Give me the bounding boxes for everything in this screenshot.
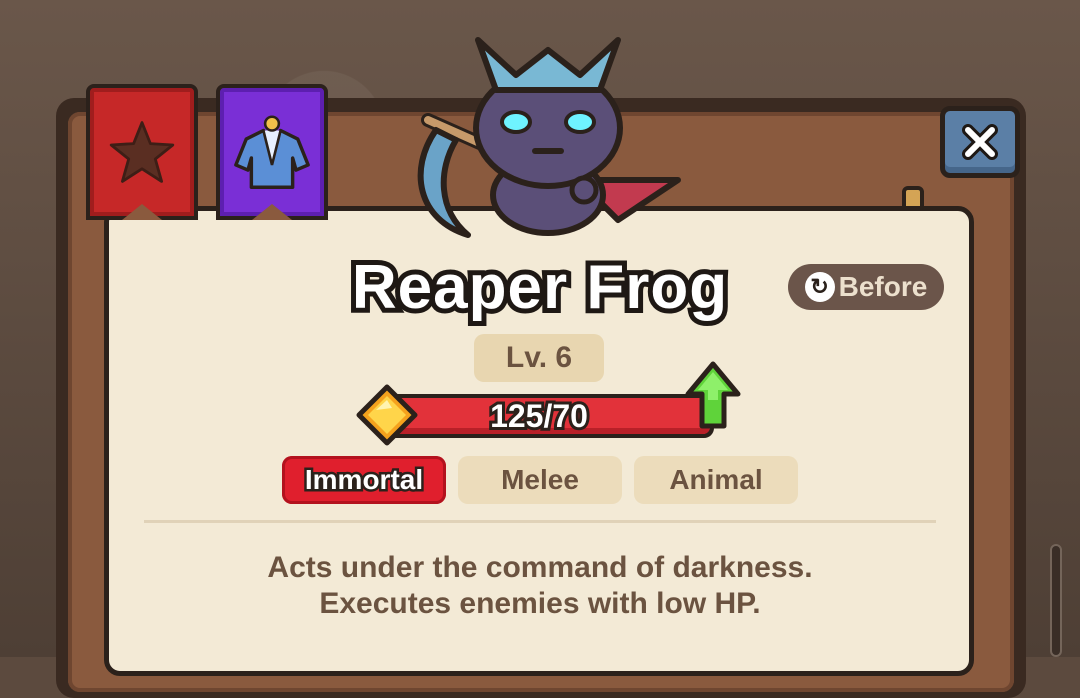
character-name: Reaper Frog: [347, 248, 732, 327]
tag-immortal: Immortal: [282, 456, 446, 504]
costume-banner[interactable]: [216, 84, 328, 220]
level-up-arrow-icon[interactable]: [684, 360, 742, 432]
close-button[interactable]: [940, 106, 1020, 178]
tag-melee: Melee: [458, 456, 622, 504]
before-button-label: Before: [838, 271, 928, 302]
gem-icon: [356, 384, 418, 446]
close-icon: [962, 124, 998, 160]
favorite-banner[interactable]: [86, 84, 198, 220]
robe-icon: [234, 115, 310, 189]
reaper-frog-portrait: [417, 37, 681, 238]
level-badge: Lv. 6: [474, 334, 604, 382]
star-icon: [109, 121, 175, 183]
divider: [144, 520, 936, 523]
description-line-1: Acts under the command of darkness.: [267, 551, 813, 584]
character-description: Acts under the command of darkness. Exec…: [144, 550, 936, 622]
tag-animal: Animal: [634, 456, 798, 504]
before-button[interactable]: ↻ Before: [788, 264, 944, 310]
swap-icon: ↻: [804, 272, 835, 302]
description-line-2: Executes enemies with low HP.: [319, 587, 761, 620]
exp-bar-text: 125/70: [487, 395, 591, 437]
scrollbar[interactable]: [1050, 544, 1062, 657]
